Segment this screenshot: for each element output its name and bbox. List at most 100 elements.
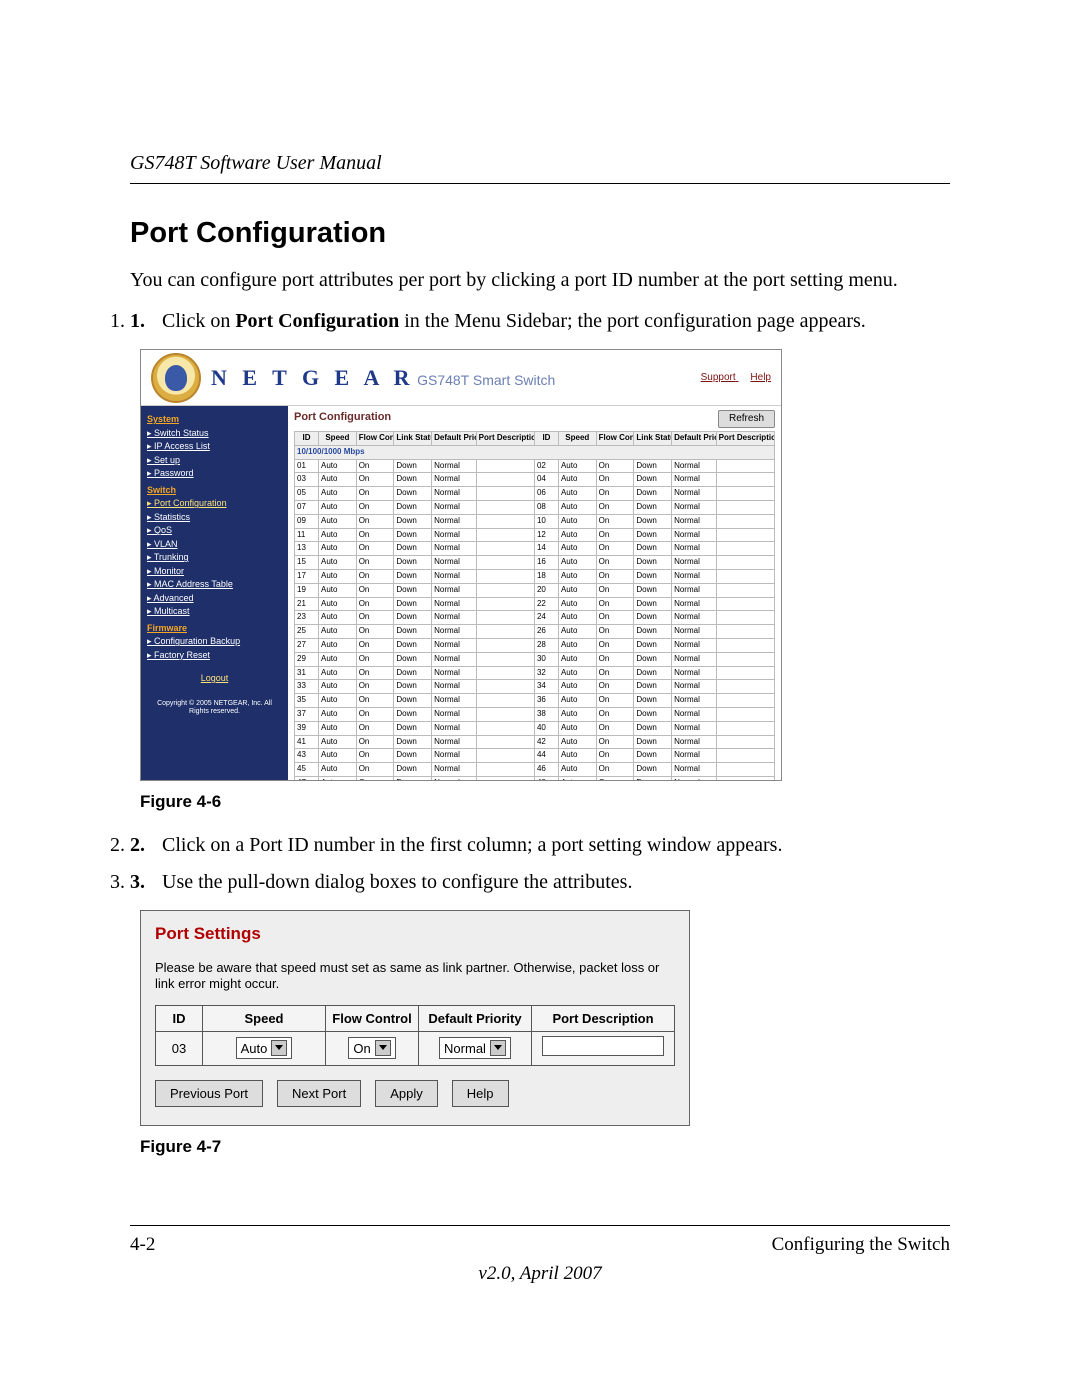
logout-link[interactable]: Logout: [147, 672, 282, 686]
port-id-cell[interactable]: 48: [534, 776, 558, 781]
port-id-cell[interactable]: 06: [534, 487, 558, 501]
figure-4-6-screenshot: N E T G E A R GS748T Smart Switch Suppor…: [140, 349, 782, 781]
port-id-cell[interactable]: 43: [295, 749, 319, 763]
port-id-cell[interactable]: 38: [534, 707, 558, 721]
step-list-1: Click on Port Configuration in the Menu …: [130, 308, 950, 335]
step-list-2: Click on a Port ID number in the first c…: [130, 832, 950, 896]
port-id-cell[interactable]: 46: [534, 763, 558, 777]
sidebar-item[interactable]: Configuration Backup: [147, 635, 282, 649]
help-link[interactable]: Help: [750, 372, 771, 383]
port-id-cell[interactable]: 13: [295, 542, 319, 556]
port-id-cell[interactable]: 44: [534, 749, 558, 763]
port-value-cell: Down: [634, 487, 672, 501]
port-id-cell[interactable]: 05: [295, 487, 319, 501]
port-value-cell: On: [356, 473, 394, 487]
flow-dropdown[interactable]: On: [348, 1037, 395, 1059]
description-input[interactable]: [542, 1036, 664, 1056]
port-id-cell[interactable]: 22: [534, 597, 558, 611]
port-value-cell: Auto: [558, 680, 596, 694]
port-id-cell[interactable]: 16: [534, 556, 558, 570]
sidebar-item[interactable]: Monitor: [147, 565, 282, 579]
port-value-cell: [716, 652, 774, 666]
port-id-cell[interactable]: 12: [534, 528, 558, 542]
port-value-cell: Down: [394, 542, 432, 556]
port-id-cell[interactable]: 18: [534, 569, 558, 583]
port-id-cell[interactable]: 01: [295, 459, 319, 473]
apply-button[interactable]: Apply: [375, 1080, 438, 1108]
port-value-cell: On: [596, 528, 634, 542]
port-id-cell[interactable]: 31: [295, 666, 319, 680]
sidebar-item[interactable]: Set up: [147, 454, 282, 468]
port-id-cell[interactable]: 23: [295, 611, 319, 625]
refresh-button[interactable]: Refresh: [718, 410, 775, 428]
port-id-cell[interactable]: 39: [295, 721, 319, 735]
band-label: 10/100/1000 Mbps: [295, 445, 775, 459]
support-link[interactable]: Support: [701, 372, 736, 383]
port-id-cell[interactable]: 32: [534, 666, 558, 680]
port-id-cell[interactable]: 14: [534, 542, 558, 556]
port-settings-table: ID Speed Flow Control Default Priority P…: [155, 1005, 675, 1066]
port-value-cell: On: [596, 556, 634, 570]
port-id-cell[interactable]: 07: [295, 500, 319, 514]
port-id-cell[interactable]: 04: [534, 473, 558, 487]
ps-flow-cell: On: [326, 1032, 419, 1066]
sidebar-item[interactable]: QoS: [147, 524, 282, 538]
sidebar-item[interactable]: Multicast: [147, 605, 282, 619]
port-id-cell[interactable]: 11: [295, 528, 319, 542]
speed-dropdown[interactable]: Auto: [236, 1037, 293, 1059]
button-row: Previous Port Next Port Apply Help: [155, 1080, 675, 1108]
sidebar-item[interactable]: MAC Address Table: [147, 578, 282, 592]
sidebar-item[interactable]: Password: [147, 467, 282, 481]
port-value-cell: On: [356, 721, 394, 735]
port-value-cell: [716, 694, 774, 708]
port-id-cell[interactable]: 29: [295, 652, 319, 666]
sidebar-item[interactable]: Port Configuration: [147, 497, 282, 511]
port-id-cell[interactable]: 26: [534, 625, 558, 639]
port-id-cell[interactable]: 42: [534, 735, 558, 749]
port-id-cell[interactable]: 27: [295, 638, 319, 652]
port-id-cell[interactable]: 36: [534, 694, 558, 708]
help-button[interactable]: Help: [452, 1080, 509, 1108]
next-port-button[interactable]: Next Port: [277, 1080, 361, 1108]
priority-dropdown[interactable]: Normal: [439, 1037, 511, 1059]
port-id-cell[interactable]: 24: [534, 611, 558, 625]
port-id-cell[interactable]: 20: [534, 583, 558, 597]
port-id-cell[interactable]: 41: [295, 735, 319, 749]
port-id-cell[interactable]: 47: [295, 776, 319, 781]
port-id-cell[interactable]: 40: [534, 721, 558, 735]
sidebar-item[interactable]: VLAN: [147, 538, 282, 552]
port-id-cell[interactable]: 08: [534, 500, 558, 514]
port-id-cell[interactable]: 21: [295, 597, 319, 611]
port-id-cell[interactable]: 34: [534, 680, 558, 694]
sidebar-item[interactable]: Advanced: [147, 592, 282, 606]
port-id-cell[interactable]: 35: [295, 694, 319, 708]
figure-4-7-caption: Figure 4-7: [140, 1136, 950, 1159]
port-id-cell[interactable]: 10: [534, 514, 558, 528]
previous-port-button[interactable]: Previous Port: [155, 1080, 263, 1108]
port-id-cell[interactable]: 33: [295, 680, 319, 694]
port-id-cell[interactable]: 17: [295, 569, 319, 583]
port-id-cell[interactable]: 25: [295, 625, 319, 639]
sidebar-item[interactable]: Statistics: [147, 511, 282, 525]
port-value-cell: Normal: [432, 776, 477, 781]
port-id-cell[interactable]: 45: [295, 763, 319, 777]
port-id-cell[interactable]: 02: [534, 459, 558, 473]
port-value-cell: Down: [394, 611, 432, 625]
port-id-cell[interactable]: 28: [534, 638, 558, 652]
port-id-cell[interactable]: 30: [534, 652, 558, 666]
port-value-cell: On: [596, 542, 634, 556]
sidebar-item[interactable]: Trunking: [147, 551, 282, 565]
sidebar-item[interactable]: Switch Status: [147, 427, 282, 441]
port-id-cell[interactable]: 03: [295, 473, 319, 487]
port-value-cell: Down: [634, 556, 672, 570]
port-value-cell: [716, 735, 774, 749]
sidebar-item[interactable]: Factory Reset: [147, 649, 282, 663]
port-value-cell: Normal: [432, 652, 477, 666]
port-id-cell[interactable]: 19: [295, 583, 319, 597]
port-id-cell[interactable]: 37: [295, 707, 319, 721]
port-id-cell[interactable]: 15: [295, 556, 319, 570]
port-value-cell: [716, 583, 774, 597]
port-id-cell[interactable]: 09: [295, 514, 319, 528]
port-value-cell: [476, 666, 534, 680]
sidebar-item[interactable]: IP Access List: [147, 440, 282, 454]
